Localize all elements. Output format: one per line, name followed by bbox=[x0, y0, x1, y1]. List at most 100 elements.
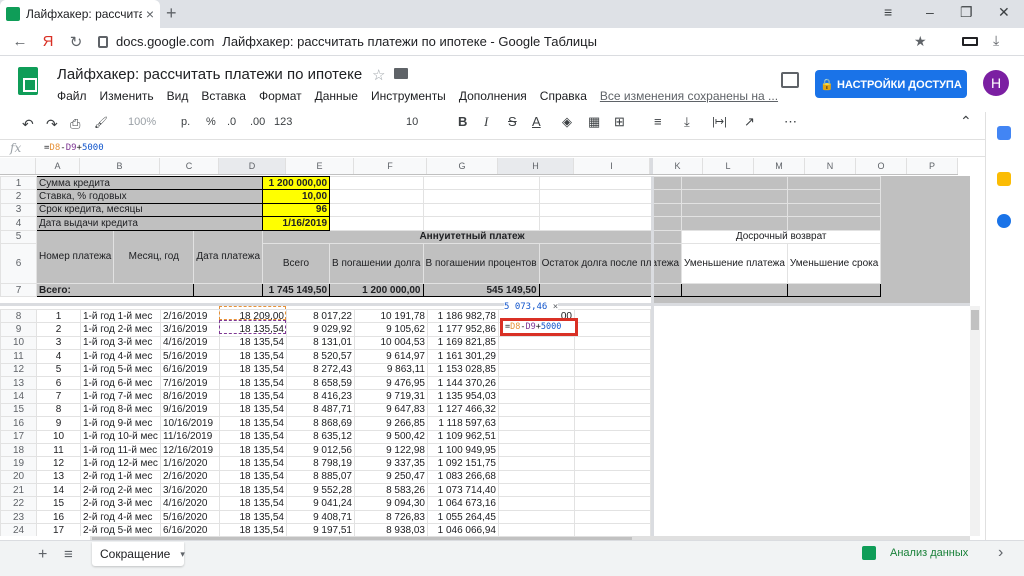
header-reduce-payment[interactable]: Уменьшение платежа bbox=[681, 242, 788, 284]
cell-payment-number[interactable]: 3 bbox=[36, 335, 81, 351]
cell-reduce-term[interactable] bbox=[574, 416, 651, 431]
cell-reduce-payment[interactable] bbox=[498, 416, 575, 431]
cell-reduce-term[interactable] bbox=[574, 442, 651, 458]
cell-payment-date[interactable]: 3/16/2019 bbox=[160, 322, 220, 337]
cell-reduce-payment[interactable] bbox=[498, 335, 575, 351]
select-all-corner[interactable] bbox=[0, 158, 36, 174]
calendar-icon[interactable] bbox=[997, 126, 1011, 140]
cell-month-year[interactable]: 1-й год 7-й мес bbox=[80, 389, 161, 404]
cell-reduce-payment[interactable] bbox=[498, 523, 575, 536]
cell-balance[interactable]: 1 118 597,63 bbox=[427, 416, 499, 431]
merge-cells-icon[interactable]: ⊞ bbox=[614, 114, 625, 130]
back-icon[interactable]: ← bbox=[6, 33, 34, 50]
cell-month-year[interactable]: 1-й год 12-й мес bbox=[80, 456, 161, 471]
cell-payment-date[interactable]: 3/16/2020 bbox=[160, 483, 220, 498]
formula-bar[interactable]: fx =D8-D9+5000 bbox=[0, 139, 985, 157]
cell-reduce-term[interactable] bbox=[574, 402, 651, 418]
column-header[interactable]: B bbox=[80, 158, 160, 174]
spreadsheet-grid[interactable]: 1 Сумма кредита 1 200 000,00 2 Ставка, %… bbox=[0, 176, 970, 536]
cell-principal[interactable]: 8 658,59 bbox=[286, 375, 355, 391]
cell-payment-date[interactable]: 7/16/2019 bbox=[160, 375, 220, 391]
cell-reduce-term[interactable] bbox=[574, 335, 651, 351]
cell-reduce-payment[interactable] bbox=[498, 496, 575, 511]
bold-button[interactable]: B bbox=[458, 114, 467, 129]
cell-reduce-payment[interactable] bbox=[498, 349, 575, 364]
italic-button[interactable]: I bbox=[484, 114, 488, 130]
cell-principal[interactable]: 9 408,71 bbox=[286, 509, 355, 525]
cell-month-year[interactable]: 1-й год 2-й мес bbox=[80, 322, 161, 337]
cell-interest[interactable]: 9 105,62 bbox=[354, 322, 428, 337]
cell-payment-date[interactable]: 5/16/2020 bbox=[160, 509, 220, 525]
cell-total[interactable]: 18 135,54 bbox=[219, 349, 287, 364]
tasks-icon[interactable] bbox=[997, 214, 1011, 228]
cell-month-year[interactable]: 1-й год 8-й мес bbox=[80, 402, 161, 418]
cell-reduce-payment[interactable] bbox=[498, 375, 575, 391]
cell-reduce-term[interactable] bbox=[574, 322, 651, 337]
cell-reduce-term[interactable] bbox=[574, 509, 651, 525]
yandex-icon[interactable]: Я bbox=[34, 33, 62, 50]
cell-month-year[interactable]: 2-й год 3-й мес bbox=[80, 496, 161, 511]
row-number[interactable]: 5 bbox=[0, 229, 37, 244]
cell-interest[interactable]: 9 476,95 bbox=[354, 375, 428, 391]
cell-interest[interactable]: 8 938,03 bbox=[354, 523, 428, 536]
cell-principal[interactable]: 9 012,56 bbox=[286, 442, 355, 458]
cell-balance[interactable]: 1 135 954,03 bbox=[427, 389, 499, 404]
column-header[interactable]: H bbox=[498, 158, 574, 174]
more-icon[interactable]: ⋯ bbox=[784, 114, 797, 130]
text-rotate-icon[interactable]: ↗ bbox=[744, 114, 755, 130]
cell-payment-date[interactable]: 11/16/2019 bbox=[160, 429, 220, 444]
row-number[interactable]: 16 bbox=[0, 416, 37, 431]
row-number[interactable]: 8 bbox=[0, 308, 37, 324]
cell-month-year[interactable]: 1-й год 3-й мес bbox=[80, 335, 161, 351]
cell-label[interactable]: Ставка, % годовых bbox=[35, 189, 264, 204]
cell-total[interactable]: 18 135,54 bbox=[219, 442, 287, 458]
vertical-align-icon[interactable]: ⤓ bbox=[684, 114, 690, 130]
cell-total[interactable]: 18 135,54 bbox=[219, 416, 287, 431]
cell-interest[interactable]: 9 719,31 bbox=[354, 389, 428, 404]
cell-interest[interactable]: 9 863,11 bbox=[354, 362, 428, 377]
cell-payment-number[interactable]: 9 bbox=[36, 416, 81, 431]
cell-payment-date[interactable]: 2/16/2019 bbox=[160, 308, 220, 324]
cell-balance[interactable]: 1 177 952,86 bbox=[427, 322, 499, 337]
cell-total-interest[interactable]: 545 149,50 bbox=[422, 282, 540, 298]
url-field[interactable]: docs.google.com Лайфхакер: рассчитать пла… bbox=[116, 34, 597, 49]
add-sheet-button[interactable]: + bbox=[38, 546, 47, 564]
cell-principal[interactable]: 8 017,22 bbox=[286, 308, 355, 324]
percent-format-button[interactable]: % bbox=[206, 116, 216, 128]
menu-file[interactable]: Файл bbox=[57, 89, 87, 103]
maximize-button[interactable]: ❐ bbox=[960, 4, 973, 21]
cell-total-sum[interactable]: 1 745 149,50 bbox=[262, 282, 331, 298]
cell-total[interactable]: 18 135,54 bbox=[219, 429, 287, 444]
row-number[interactable]: 9 bbox=[0, 322, 37, 337]
print-icon[interactable]: ⎙ bbox=[70, 116, 80, 132]
font-size-select[interactable]: 10 bbox=[406, 116, 418, 128]
cell-interest[interactable]: 8 583,26 bbox=[354, 483, 428, 498]
cell-editor[interactable]: =D8-D9+5000 bbox=[500, 318, 578, 336]
row-number[interactable]: 7 bbox=[0, 282, 37, 298]
cell-month-year[interactable]: 1-й год 11-й мес bbox=[80, 442, 161, 458]
reload-icon[interactable]: ↻ bbox=[62, 33, 90, 51]
cell-label[interactable]: Дата выдачи кредита bbox=[35, 216, 264, 231]
menu-view[interactable]: Вид bbox=[167, 89, 189, 103]
row-number[interactable]: 21 bbox=[0, 483, 37, 498]
cell-balance[interactable]: 1 144 370,26 bbox=[427, 375, 499, 391]
row-number[interactable]: 14 bbox=[0, 389, 37, 404]
cell-reduce-term[interactable] bbox=[574, 429, 651, 444]
cell-balance[interactable]: 1 161 301,29 bbox=[427, 349, 499, 364]
cell-month-year[interactable]: 1-й год 6-й мес bbox=[80, 375, 161, 391]
cell-reduce-payment[interactable] bbox=[498, 429, 575, 444]
cell-payment-date[interactable]: 4/16/2019 bbox=[160, 335, 220, 351]
all-sheets-button[interactable]: ≡ bbox=[64, 546, 73, 563]
cell-interest[interactable]: 8 726,83 bbox=[354, 509, 428, 525]
text-wrap-icon[interactable]: |↦| bbox=[712, 115, 727, 128]
cell-principal[interactable]: 9 029,92 bbox=[286, 322, 355, 337]
horizontal-align-icon[interactable]: ≡ bbox=[654, 114, 662, 129]
new-tab-button[interactable]: + bbox=[166, 3, 177, 24]
cell-balance[interactable]: 1 073 714,40 bbox=[427, 483, 499, 498]
column-header[interactable]: M bbox=[754, 158, 805, 174]
cell-payment-number[interactable]: 17 bbox=[36, 523, 81, 536]
cell-interest[interactable]: 10 191,78 bbox=[354, 308, 428, 324]
row-number[interactable]: 6 bbox=[0, 242, 37, 284]
sheet-tab[interactable]: Сокращение ▾ bbox=[92, 542, 185, 566]
share-button[interactable]: 🔒 НАСТРОЙКИ ДОСТУПА bbox=[815, 70, 967, 98]
